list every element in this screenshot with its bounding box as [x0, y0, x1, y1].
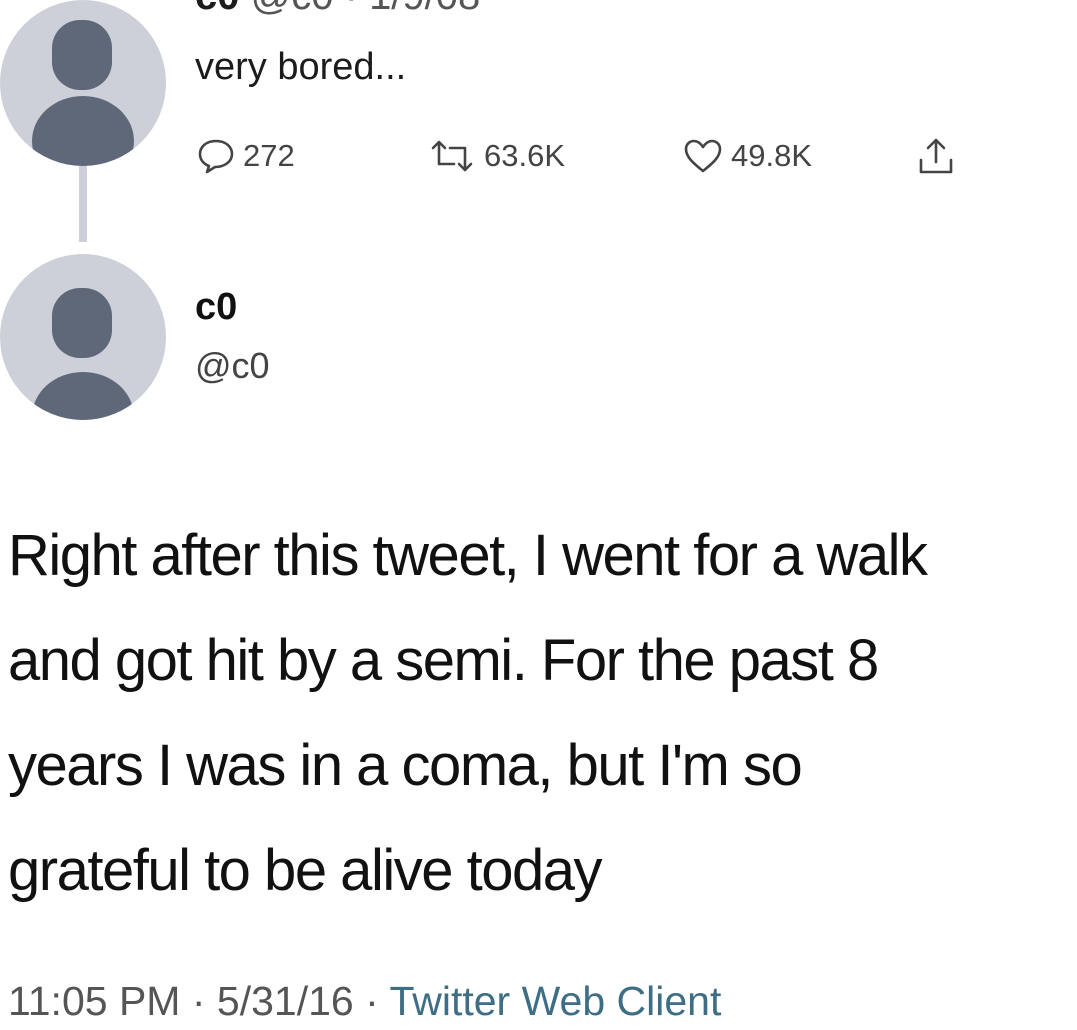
tweet-date[interactable]: 5/31/16 — [217, 978, 354, 1024]
like-button[interactable]: 49.8K — [683, 136, 812, 176]
tweet-client-link[interactable]: Twitter Web Client — [389, 978, 721, 1024]
tweet-text-line: Right after this tweet, I went for a wal… — [8, 523, 928, 588]
parent-author-handle[interactable]: @c0 — [251, 0, 334, 18]
footer-separator: · — [191, 978, 206, 1024]
tweet-text-line: years I was in a coma, but I'm so — [8, 733, 803, 798]
default-profile-icon — [52, 288, 112, 358]
parent-avatar[interactable] — [0, 0, 166, 166]
reply-tweet-text: Right after this tweet, I went for a wal… — [8, 503, 1077, 923]
parent-tweet-text: very bored... — [195, 46, 407, 88]
speech-bubble-icon — [198, 139, 234, 174]
like-count: 49.8K — [731, 138, 813, 173]
footer-separator: · — [365, 978, 379, 1024]
share-button[interactable] — [916, 136, 964, 176]
tweet-footer: 11:05 PM · 5/31/16 · Twitter Web Client — [8, 978, 721, 1025]
parent-tweet-header: c0 @c0 · 1/9/08 — [195, 0, 480, 19]
retweet-count: 63.6K — [484, 138, 566, 173]
reply-author-name[interactable]: c0 — [195, 286, 237, 329]
reply-count: 272 — [243, 138, 295, 173]
tweet-text-line: grateful to be alive today — [8, 838, 602, 903]
tweet-time[interactable]: 11:05 PM — [8, 978, 180, 1024]
parent-date[interactable]: 1/9/08 — [369, 0, 480, 18]
reply-button[interactable]: 272 — [197, 136, 295, 176]
avatar-shoulders — [32, 96, 134, 166]
retweet-arrows-icon — [431, 140, 473, 172]
reply-author-handle[interactable]: @c0 — [195, 345, 270, 387]
retweet-button[interactable]: 63.6K — [428, 136, 565, 176]
avatar-shoulders — [32, 372, 134, 420]
tweet-text-line: and got hit by a semi. For the past 8 — [8, 628, 879, 693]
default-profile-icon — [52, 20, 112, 90]
parent-author-name[interactable]: c0 — [195, 0, 240, 18]
parent-separator: · — [345, 0, 358, 18]
thread-connector-line — [79, 166, 87, 242]
share-upload-icon — [919, 138, 953, 174]
heart-icon — [684, 139, 722, 173]
reply-avatar[interactable] — [0, 254, 166, 420]
